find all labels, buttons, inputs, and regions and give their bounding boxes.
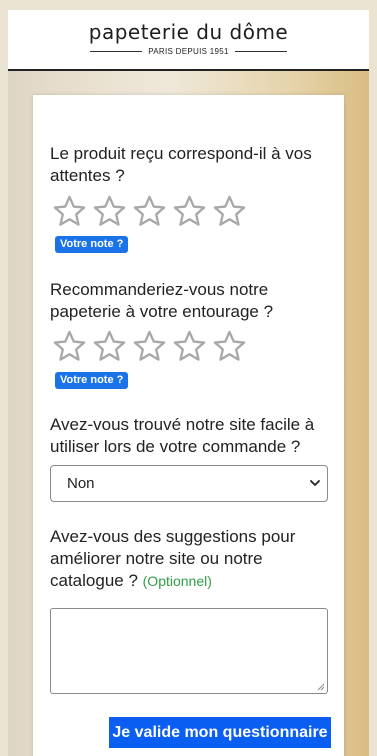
star-icon[interactable] bbox=[132, 329, 167, 364]
site-header: papeterie du dôme PARIS DEPUIS 1951 bbox=[8, 10, 369, 71]
question-4-text: Avez-vous des suggestions pour améliorer… bbox=[50, 526, 335, 592]
question-2-star-rating bbox=[52, 329, 247, 364]
star-icon[interactable] bbox=[172, 329, 207, 364]
question-3-text: Avez-vous trouvé notre site facile à uti… bbox=[50, 415, 315, 456]
star-icon[interactable] bbox=[212, 329, 247, 364]
question-1-text: Le produit reçu correspond-il à vos atte… bbox=[50, 144, 312, 185]
tagline-divider-right bbox=[234, 51, 287, 52]
chevron-down-icon bbox=[310, 480, 320, 486]
brand-tagline: PARIS DEPUIS 1951 bbox=[148, 47, 229, 56]
optional-label: (Optionnel) bbox=[142, 573, 212, 589]
page-background: papeterie du dôme PARIS DEPUIS 1951 Le p… bbox=[8, 10, 369, 756]
submit-questionnaire-button[interactable]: Je valide mon questionnaire bbox=[109, 717, 331, 748]
star-icon[interactable] bbox=[52, 329, 87, 364]
star-icon[interactable] bbox=[52, 194, 87, 229]
rating-prompt-badge: Votre note ? bbox=[55, 236, 129, 253]
rating-prompt-badge: Votre note ? bbox=[55, 372, 129, 389]
resize-grip-icon[interactable] bbox=[317, 683, 325, 691]
tagline-divider-left bbox=[90, 51, 143, 52]
suggestions-textarea[interactable] bbox=[50, 608, 328, 694]
star-icon[interactable] bbox=[172, 194, 207, 229]
brand-tagline-row: PARIS DEPUIS 1951 bbox=[8, 47, 369, 56]
question-2-text: Recommanderiez-vous notre papeterie à vo… bbox=[50, 280, 274, 321]
star-icon[interactable] bbox=[212, 194, 247, 229]
star-icon[interactable] bbox=[92, 194, 127, 229]
star-icon[interactable] bbox=[132, 194, 167, 229]
ease-of-use-select[interactable]: Non bbox=[50, 465, 328, 502]
brand-logo[interactable]: papeterie du dôme bbox=[8, 20, 369, 44]
question-1-star-rating bbox=[52, 194, 247, 229]
questionnaire-card: Le produit reçu correspond-il à vos atte… bbox=[33, 95, 344, 756]
select-value: Non bbox=[67, 475, 95, 492]
star-icon[interactable] bbox=[92, 329, 127, 364]
